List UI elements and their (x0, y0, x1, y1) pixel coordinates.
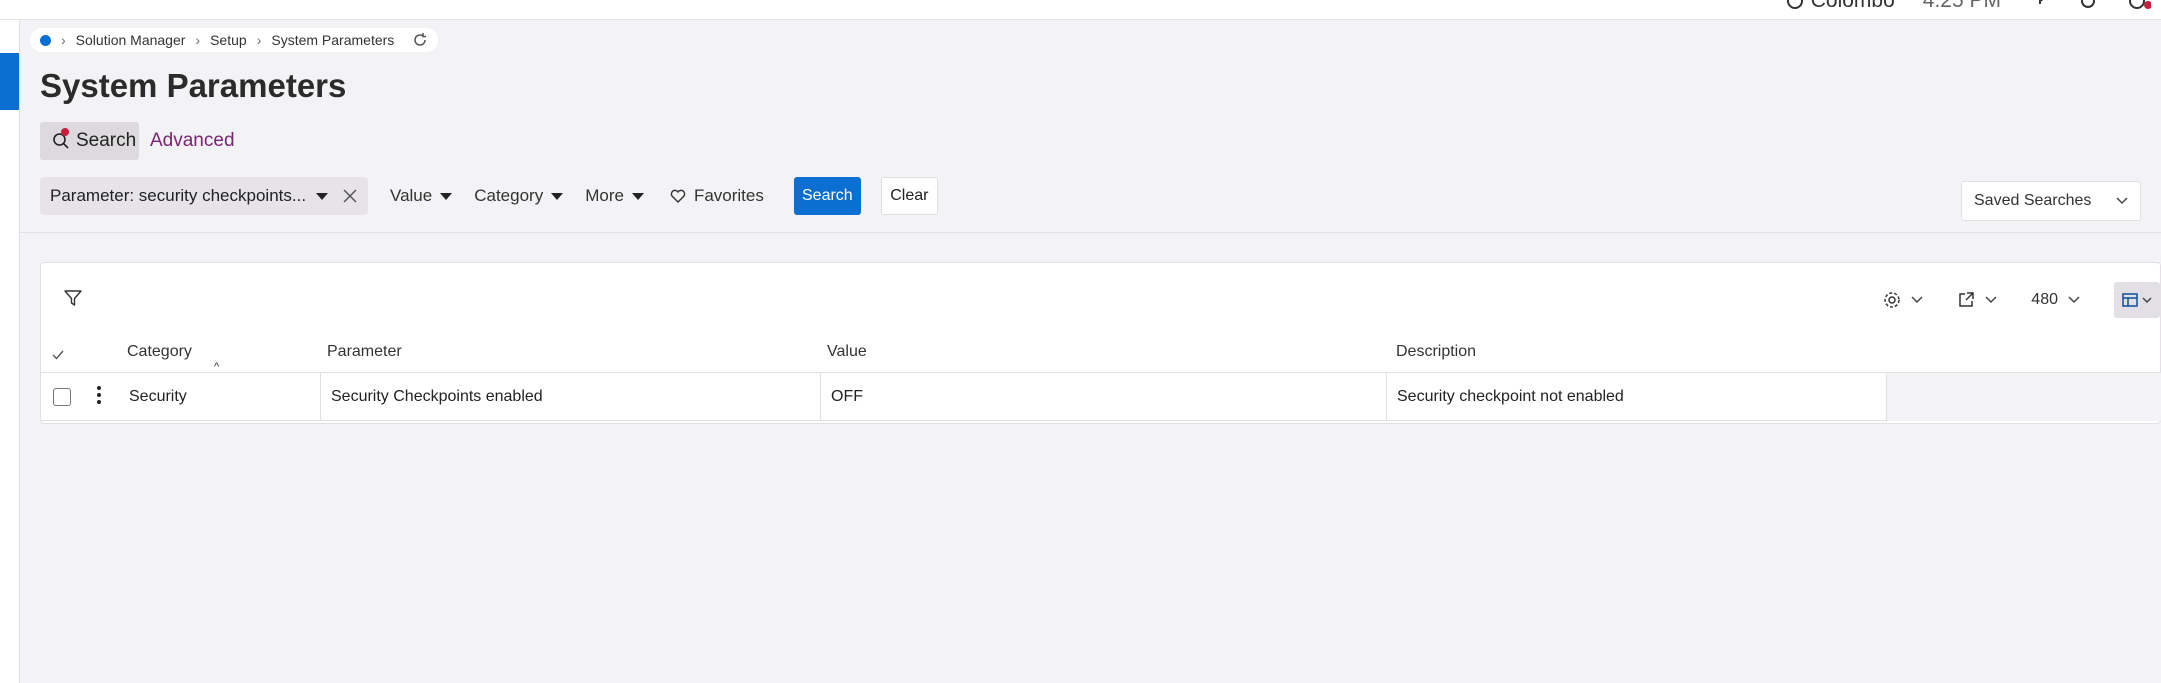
chevron-right-icon: › (195, 32, 201, 48)
filter-icon[interactable] (63, 288, 83, 308)
gear-icon (1884, 292, 1901, 308)
top-bar-right: Colombo 4:25 PM (1785, 0, 2161, 13)
column-header-category[interactable]: Category (127, 343, 192, 361)
view-mode-button[interactable] (2114, 282, 2160, 318)
export-icon (1959, 292, 1975, 307)
cell-category-text: Security (129, 388, 187, 405)
breadcrumb: › Solution Manager › Setup › System Para… (30, 28, 439, 52)
category-filter-button[interactable]: Category (474, 186, 564, 206)
saved-searches-dropdown[interactable]: Saved Searches (1961, 181, 2141, 221)
sort-ascending-icon: ^ (214, 361, 220, 373)
parameter-filter-label: Parameter: security checkpoints... (50, 186, 307, 205)
chevron-right-icon: › (256, 32, 262, 48)
favorites-label: Favorites (693, 186, 764, 205)
settings-menu-button[interactable] (1883, 291, 1923, 309)
caret-down-icon (551, 192, 564, 200)
heart-icon (670, 189, 686, 203)
settings-icon[interactable] (2077, 0, 2099, 11)
cell-description-text: Security checkpoint not enabled (1397, 388, 1624, 405)
cell-parameter-text: Security Checkpoints enabled (331, 388, 543, 405)
caret-down-icon (631, 192, 644, 200)
chevron-right-icon: › (61, 32, 66, 48)
select-all-check-icon[interactable] (51, 349, 65, 361)
column-header-value[interactable]: Value (827, 343, 867, 361)
breadcrumb-item-setup[interactable]: Setup (210, 32, 247, 48)
breadcrumb-item-system-parameters: System Parameters (271, 32, 395, 48)
caret-down-icon[interactable] (316, 192, 328, 200)
filter-row: Parameter: security checkpoints... Value… (40, 176, 938, 216)
active-indicator-dot (61, 128, 69, 136)
export-menu-button[interactable] (1957, 291, 1997, 309)
top-bar: Colombo 4:25 PM (0, 0, 2161, 20)
column-header-parameter[interactable]: Parameter (327, 343, 402, 361)
tab-search[interactable]: Search (40, 122, 139, 160)
page-size-value: 480 (2031, 291, 2058, 308)
page-size-select[interactable]: 480 (2031, 291, 2080, 309)
more-filter-button[interactable]: More (585, 186, 644, 206)
row-checkbox[interactable] (53, 388, 71, 406)
chevron-down-icon (2142, 296, 2152, 303)
category-filter-label: Category (474, 186, 544, 205)
chevron-down-icon (2116, 197, 2128, 205)
cell-description: Security checkpoint not enabled (1387, 373, 1887, 421)
favorites-button[interactable]: Favorites (670, 186, 764, 206)
cell-category: Security (119, 373, 321, 421)
value-filter-label: Value (390, 186, 433, 205)
location-label: Colombo (1810, 0, 1895, 12)
grid-toolbar: 480 (1883, 281, 2160, 319)
parameter-filter-chip[interactable]: Parameter: security checkpoints... (40, 177, 368, 215)
empty-column-area (1887, 373, 2161, 421)
location-icon (1786, 0, 1803, 9)
page-title: System Parameters (40, 67, 347, 104)
refresh-icon[interactable] (412, 32, 428, 48)
tab-search-label: Search (76, 130, 137, 151)
search-button[interactable]: Search (793, 177, 861, 215)
chevron-down-icon (2068, 296, 2080, 304)
left-rail (0, 20, 20, 683)
close-icon[interactable] (342, 188, 358, 204)
tab-advanced[interactable]: Advanced (150, 130, 235, 152)
cell-value-text: OFF (831, 388, 863, 405)
time-label: 4:25 PM (1922, 0, 2001, 12)
left-rail-active-indicator[interactable] (0, 53, 19, 110)
search-icon (52, 128, 70, 150)
breadcrumb-item-solution-manager[interactable]: Solution Manager (76, 32, 186, 48)
kebab-icon[interactable] (97, 386, 101, 404)
notifications-icon[interactable] (2127, 0, 2151, 11)
help-icon[interactable] (2029, 0, 2049, 11)
column-header-description[interactable]: Description (1396, 343, 1476, 361)
section-divider (20, 232, 2161, 233)
chevron-down-icon (1985, 296, 1997, 304)
table-header: Category ^ Parameter Value Description (41, 333, 2160, 373)
cell-value: OFF (821, 373, 1387, 421)
saved-searches-label: Saved Searches (1974, 192, 2092, 209)
results-card: 480 Category ^ Parameter Value Descripti… (40, 262, 2161, 424)
location-widget[interactable]: Colombo (1785, 0, 1895, 13)
chevron-down-icon (1911, 296, 1923, 304)
cell-parameter: Security Checkpoints enabled (321, 373, 821, 421)
table-row[interactable]: Security Security Checkpoints enabled OF… (41, 373, 2161, 421)
caret-down-icon (440, 192, 453, 200)
value-filter-button[interactable]: Value (390, 186, 453, 206)
more-filter-label: More (585, 186, 624, 205)
clear-button[interactable]: Clear (880, 177, 938, 215)
table-view-icon (2122, 293, 2138, 307)
home-dot-icon[interactable] (40, 34, 51, 46)
